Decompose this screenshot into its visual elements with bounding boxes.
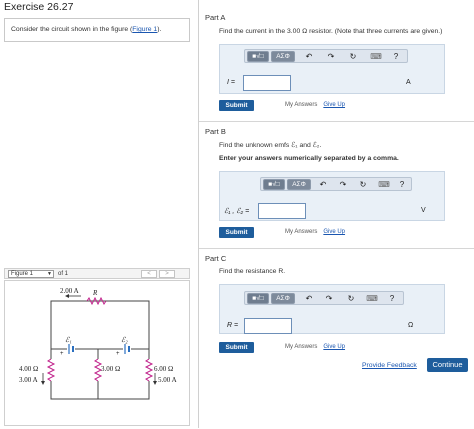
part-separator bbox=[199, 248, 474, 249]
figure-select[interactable]: Figure 1 ▼ bbox=[8, 270, 54, 278]
part-b-unit: V bbox=[421, 207, 426, 214]
label-i-right: 5.00 A bbox=[158, 376, 177, 384]
redo-icon[interactable]: ↷ bbox=[337, 179, 349, 190]
continue-button[interactable]: Continue bbox=[427, 358, 468, 372]
part-b-heading: Part B bbox=[205, 127, 226, 136]
part-a-prompt: Find the current in the 3.00 Ω resistor.… bbox=[219, 28, 443, 35]
battery-emf1 bbox=[67, 344, 75, 354]
undo-icon[interactable]: ↶ bbox=[303, 51, 315, 62]
chevron-down-icon: ▼ bbox=[47, 271, 52, 277]
templates-button[interactable]: ■√□ bbox=[263, 179, 285, 190]
part-c-answer-panel: ■√□ ΑΣΦ ↶ ↷ ↻ ⌨ ? R = Ω bbox=[219, 284, 445, 334]
label-plus-left: + bbox=[60, 351, 64, 357]
part-b-answer-input[interactable] bbox=[258, 203, 306, 219]
question-box: Consider the circuit shown in the figure… bbox=[4, 18, 190, 42]
resistor-4ohm bbox=[46, 358, 56, 382]
symbols-button[interactable]: ΑΣΦ bbox=[287, 179, 311, 190]
symbols-button[interactable]: ΑΣΦ bbox=[271, 51, 295, 62]
part-a-toolbar: ■√□ ΑΣΦ ↶ ↷ ↻ ⌨ ? bbox=[244, 49, 408, 63]
part-b-answer-panel: ■√□ ΑΣΦ ↶ ↷ ↻ ⌨ ? ℰ₁ , ℰ₂ = V bbox=[219, 171, 445, 221]
label-plus-right: + bbox=[116, 351, 120, 357]
part-b-my-answers: My Answers Give Up bbox=[285, 229, 345, 235]
label-resistor-r: R bbox=[92, 289, 98, 297]
give-up-link[interactable]: Give Up bbox=[323, 344, 345, 350]
next-figure-button[interactable]: > bbox=[159, 270, 175, 278]
figure-select-value: Figure 1 bbox=[11, 271, 34, 277]
part-separator bbox=[199, 121, 474, 122]
exercise-title: Exercise 26.27 bbox=[4, 1, 74, 13]
give-up-link[interactable]: Give Up bbox=[323, 229, 345, 235]
keyboard-icon[interactable]: ⌨ bbox=[369, 51, 383, 62]
top-wire bbox=[50, 300, 150, 329]
question-suffix: ). bbox=[157, 26, 162, 33]
part-a-unit: A bbox=[406, 79, 411, 86]
label-r-right: 6.00 Ω bbox=[154, 365, 173, 373]
part-b-var-label: ℰ₁ , ℰ₂ = bbox=[224, 208, 250, 215]
part-c-prompt: Find the resistance R. bbox=[219, 268, 286, 275]
bottom-wire bbox=[50, 391, 150, 400]
give-up-link[interactable]: Give Up bbox=[323, 102, 345, 108]
my-answers-link[interactable]: My Answers bbox=[285, 102, 317, 108]
label-emf2: ℰ₂ bbox=[121, 336, 128, 344]
left-panel: Exercise 26.27 Consider the circuit show… bbox=[0, 0, 196, 428]
label-r-left: 4.00 Ω bbox=[19, 365, 38, 373]
part-c-toolbar: ■√□ ΑΣΦ ↶ ↷ ↻ ⌨ ? bbox=[244, 291, 404, 305]
templates-button[interactable]: ■√□ bbox=[247, 51, 269, 62]
undo-icon[interactable]: ↶ bbox=[303, 293, 315, 304]
part-c-answer-input[interactable] bbox=[244, 318, 292, 334]
part-b-prompt: Find the unknown emfs ℰ₁ and ℰ₂. bbox=[219, 142, 322, 149]
keyboard-icon[interactable]: ⌨ bbox=[377, 179, 391, 190]
label-i-left: 3.00 A bbox=[19, 376, 38, 384]
provide-feedback-link[interactable]: Provide Feedback bbox=[362, 362, 417, 369]
my-answers-link[interactable]: My Answers bbox=[285, 344, 317, 350]
undo-icon[interactable]: ↶ bbox=[317, 179, 329, 190]
circuit-diagram: 2.00 A R ℰ₁ ℰ₂ + + 4.00 Ω 3.00 A 3.00 Ω … bbox=[19, 287, 177, 400]
part-a-answer-input[interactable] bbox=[243, 75, 291, 91]
part-b-toolbar: ■√□ ΑΣΦ ↶ ↷ ↻ ⌨ ? bbox=[260, 177, 412, 191]
part-c-unit: Ω bbox=[408, 322, 414, 329]
part-a-my-answers: My Answers Give Up bbox=[285, 102, 345, 108]
part-b-submit-button[interactable]: Submit bbox=[219, 227, 254, 238]
part-c-heading: Part C bbox=[205, 254, 227, 263]
arrow-down-right-icon bbox=[153, 373, 157, 385]
prev-figure-button[interactable]: < bbox=[141, 270, 157, 278]
help-icon[interactable]: ? bbox=[391, 51, 401, 62]
figure-toolbar: Figure 1 ▼ of 1 < > bbox=[4, 268, 190, 279]
redo-icon[interactable]: ↷ bbox=[323, 293, 335, 304]
label-r-mid: 3.00 Ω bbox=[101, 365, 120, 373]
figure-count: of 1 bbox=[58, 271, 69, 277]
part-a-var-label: I = bbox=[227, 79, 235, 86]
label-current-top: 2.00 A bbox=[60, 287, 79, 295]
templates-button[interactable]: ■√□ bbox=[247, 293, 269, 304]
reset-icon[interactable]: ↻ bbox=[345, 293, 357, 304]
part-c-var-label: R = bbox=[227, 322, 239, 329]
figure-frame: 2.00 A R ℰ₁ ℰ₂ + + 4.00 Ω 3.00 A 3.00 Ω … bbox=[4, 280, 190, 426]
my-answers-link[interactable]: My Answers bbox=[285, 229, 317, 235]
battery-emf2 bbox=[123, 344, 131, 354]
help-icon[interactable]: ? bbox=[387, 293, 397, 304]
resistor-6ohm bbox=[144, 358, 154, 382]
part-b-instruction: Enter your answers numerically separated… bbox=[219, 155, 399, 162]
redo-icon[interactable]: ↷ bbox=[325, 51, 337, 62]
part-c-my-answers: My Answers Give Up bbox=[285, 344, 345, 350]
help-icon[interactable]: ? bbox=[397, 179, 407, 190]
arrow-down-left-icon bbox=[41, 373, 45, 385]
label-emf1: ℰ₁ bbox=[65, 336, 72, 344]
part-c-submit-button[interactable]: Submit bbox=[219, 342, 254, 353]
question-text: Consider the circuit shown in the figure… bbox=[11, 26, 133, 33]
part-a-submit-button[interactable]: Submit bbox=[219, 100, 254, 111]
figure-link[interactable]: Figure 1 bbox=[132, 26, 157, 33]
part-a-heading: Part A bbox=[205, 13, 226, 22]
keyboard-icon[interactable]: ⌨ bbox=[365, 293, 379, 304]
symbols-button[interactable]: ΑΣΦ bbox=[271, 293, 295, 304]
right-panel: Part A Find the current in the 3.00 Ω re… bbox=[199, 0, 474, 428]
reset-icon[interactable]: ↻ bbox=[347, 51, 359, 62]
part-a-answer-panel: ■√□ ΑΣΦ ↶ ↷ ↻ ⌨ ? I = A bbox=[219, 44, 445, 94]
reset-icon[interactable]: ↻ bbox=[357, 179, 369, 190]
